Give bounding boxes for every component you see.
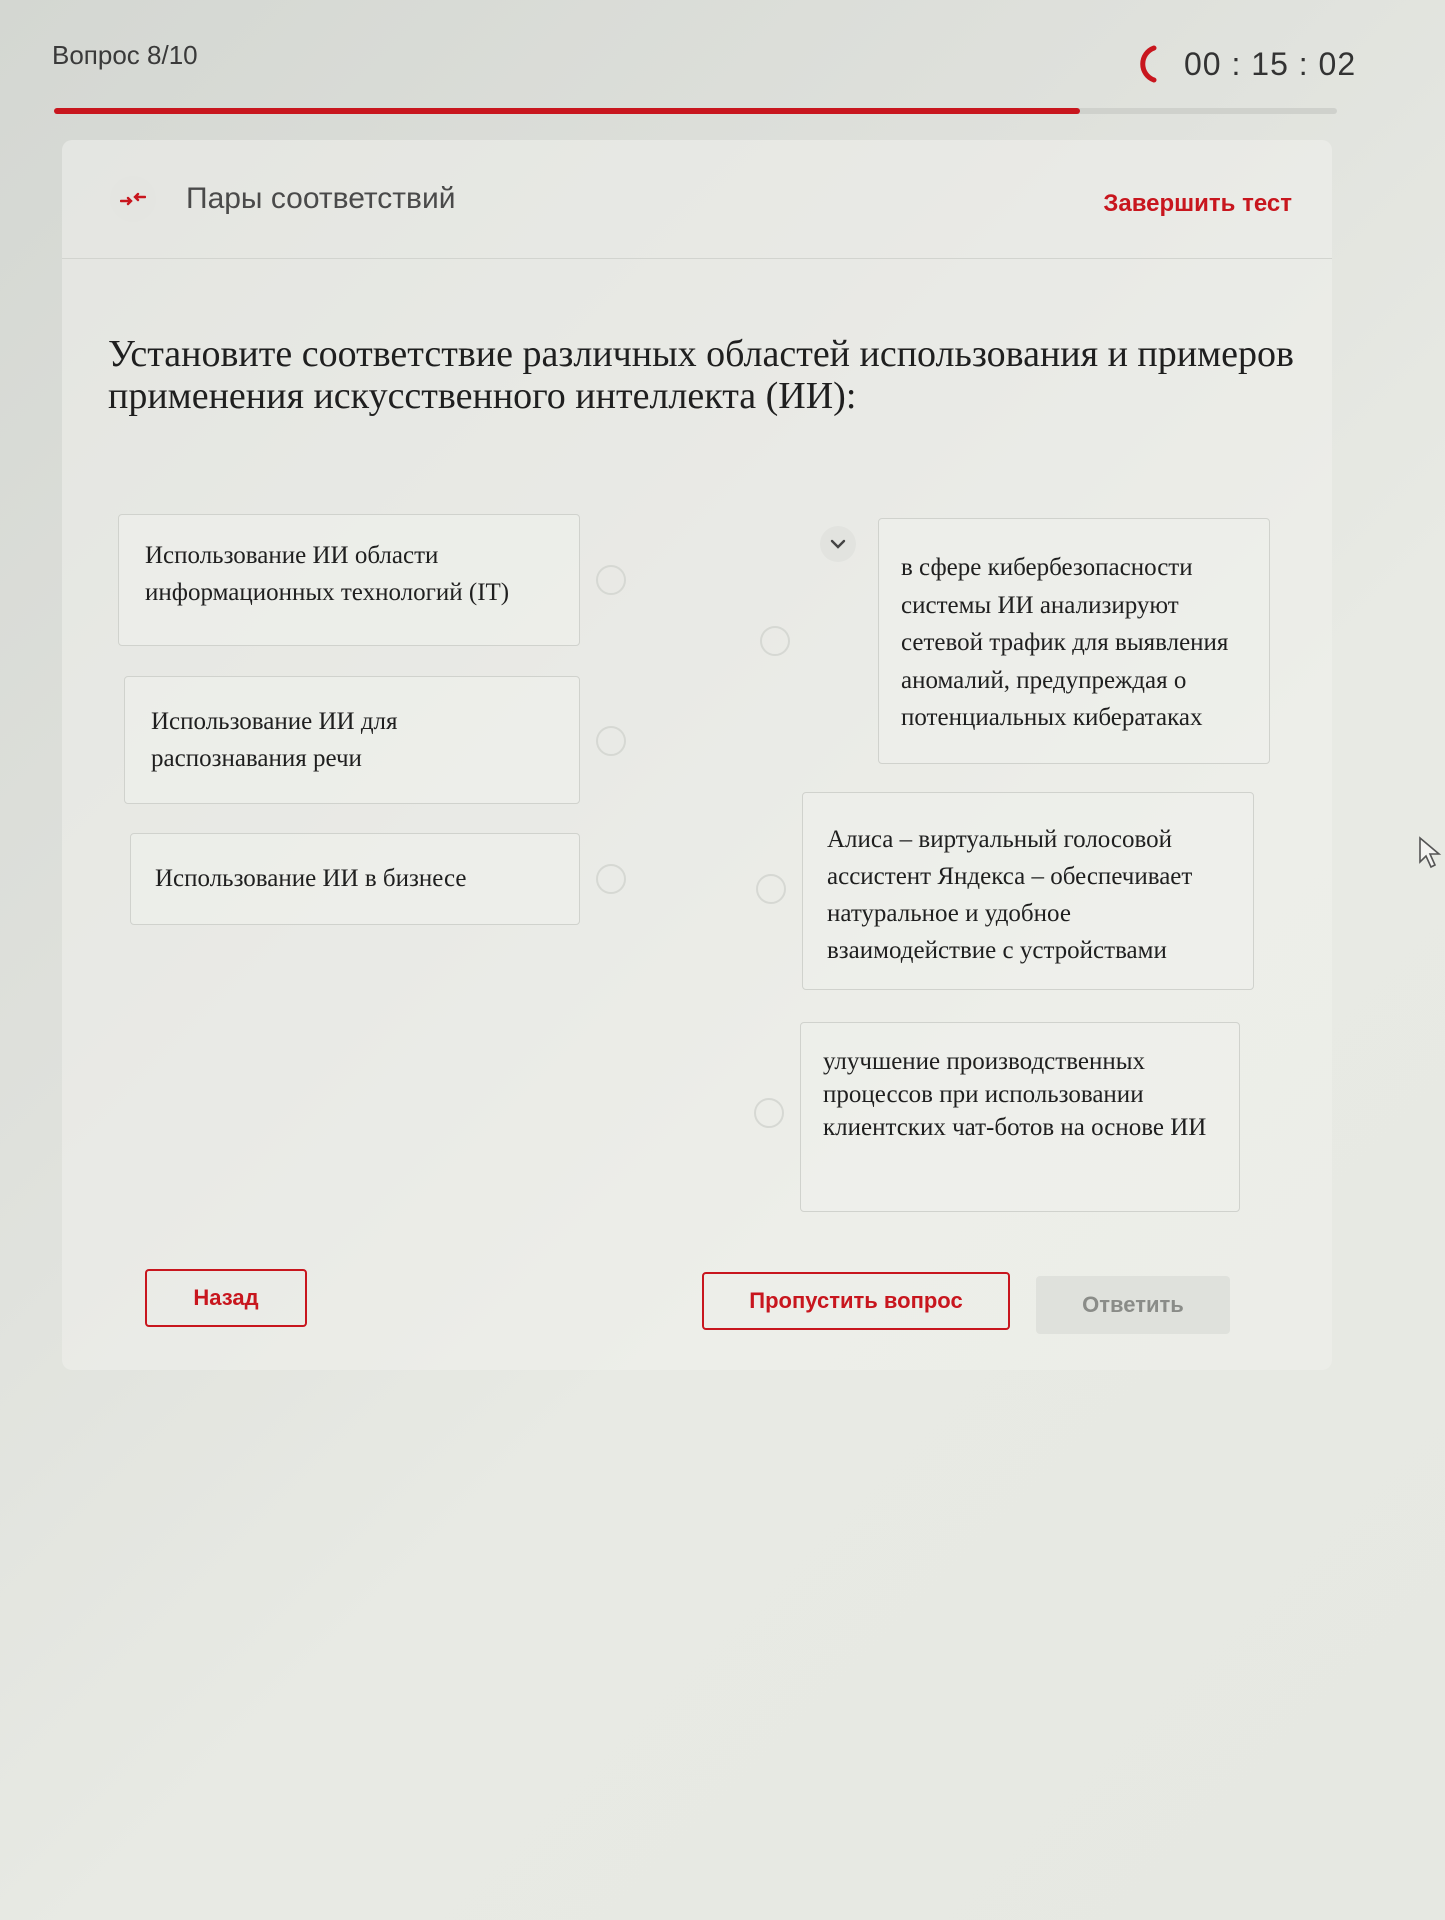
right-item-label: в сфере кибербезопасности системы ИИ ана… <box>901 554 1229 731</box>
finish-test-link[interactable]: Завершить тест <box>1103 190 1292 218</box>
left-item-label: Использование ИИ в бизнесе <box>155 865 467 892</box>
right-item-cybersecurity[interactable]: в сфере кибербезопасности системы ИИ ана… <box>878 518 1270 764</box>
progress-bar <box>54 108 1337 114</box>
question-counter: Вопрос 8/10 <box>52 40 198 70</box>
question-text: Установите соответствие различных област… <box>108 333 1294 417</box>
pairs-arrows-icon <box>110 176 156 222</box>
right-item-label: улучшение производственных процессов при… <box>823 1048 1207 1141</box>
skip-question-button[interactable]: Пропустить вопрос <box>702 1272 1010 1330</box>
timer-arc-icon <box>1140 45 1157 83</box>
progress-bar-fill <box>54 108 1081 114</box>
left-item-business[interactable]: Использование ИИ в бизнесе <box>130 833 580 925</box>
left-item-it[interactable]: Использование ИИ области информационных … <box>118 514 580 646</box>
right-item-alice[interactable]: Алиса – виртуальный голосовой ассистент … <box>802 792 1254 990</box>
left-item-label: Использование ИИ для распознавания речи <box>151 708 398 772</box>
top-bar: Вопрос 8/10 00 : 15 : 02 <box>0 0 1445 130</box>
right-item-chatbots[interactable]: улучшение производственных процессов при… <box>800 1022 1240 1212</box>
left-item-label: Использование ИИ области информационных … <box>145 542 510 606</box>
timer: 00 : 15 : 02 <box>1128 44 1356 84</box>
chevron-down-icon[interactable] <box>820 526 856 562</box>
back-button[interactable]: Назад <box>145 1269 307 1327</box>
right-connector-dot[interactable] <box>756 874 786 904</box>
right-item-label: Алиса – виртуальный голосовой ассистент … <box>827 826 1193 964</box>
left-item-speech[interactable]: Использование ИИ для распознавания речи <box>124 676 580 804</box>
left-connector-dot[interactable] <box>596 864 626 894</box>
mouse-cursor-icon <box>1419 836 1442 869</box>
left-connector-dot[interactable] <box>596 726 626 756</box>
question-type-label: Пары соответствий <box>186 182 456 215</box>
timer-text: 00 : 15 : 02 <box>1184 45 1357 82</box>
right-connector-dot[interactable] <box>760 626 790 656</box>
right-connector-dot[interactable] <box>754 1098 784 1128</box>
card-header: Пары соответствий Завершить тест <box>62 140 1332 259</box>
answer-button[interactable]: Ответить <box>1036 1276 1230 1334</box>
left-connector-dot[interactable] <box>596 565 626 595</box>
